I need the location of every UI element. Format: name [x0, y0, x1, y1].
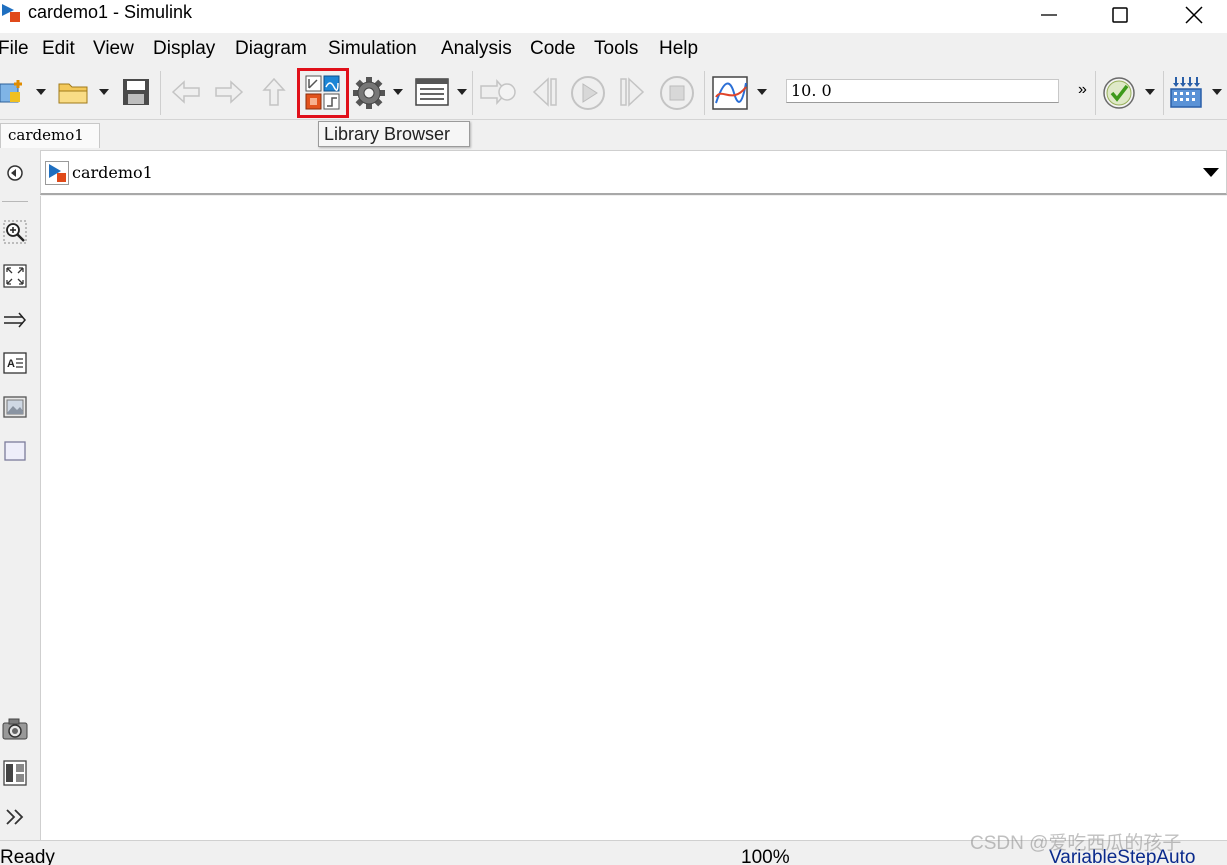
checkmark-icon[interactable]	[1101, 75, 1137, 111]
open-dropdown-icon[interactable]	[99, 89, 109, 95]
menu-diagram[interactable]: Diagram	[235, 37, 307, 61]
stop-icon[interactable]	[658, 74, 696, 112]
menu-bar: File Edit View Display Diagram Simulatio…	[0, 33, 1227, 65]
new-model-dropdown-icon[interactable]	[36, 89, 46, 95]
open-folder-button[interactable]	[56, 77, 90, 107]
maximize-button[interactable]	[1097, 0, 1143, 30]
image-icon[interactable]	[2, 394, 28, 420]
run-icon[interactable]	[569, 74, 607, 112]
step-back-icon[interactable]	[527, 75, 563, 109]
build-dropdown-icon[interactable]	[1212, 89, 1222, 95]
chevron-down-icon[interactable]	[1203, 168, 1219, 177]
gear-dropdown-icon[interactable]	[393, 89, 403, 95]
menu-analysis[interactable]: Analysis	[441, 37, 512, 61]
up-arrow-icon[interactable]	[259, 76, 289, 108]
hide-explorer-icon[interactable]	[2, 160, 28, 186]
camera-icon[interactable]	[2, 716, 28, 742]
library-browser-tooltip: Library Browser	[318, 121, 470, 147]
toolbar-separator	[704, 71, 705, 115]
window-title: cardemo1 - Simulink	[28, 2, 193, 22]
menu-file[interactable]: File	[0, 37, 29, 61]
highlight-box	[297, 68, 349, 118]
status-text: Ready	[0, 847, 55, 865]
model-canvas[interactable]	[40, 196, 1227, 840]
annotation-icon[interactable]: A	[2, 350, 28, 376]
toolbar-separator	[160, 71, 161, 115]
minimize-button[interactable]	[1026, 0, 1072, 30]
toolbar: 10. 0 »	[0, 65, 1227, 120]
back-arrow-icon[interactable]	[170, 77, 202, 107]
title-bar: cardemo1 - Simulink	[0, 0, 1227, 33]
menu-tools[interactable]: Tools	[594, 37, 638, 61]
save-button[interactable]	[121, 77, 151, 107]
expand-palette-icon[interactable]	[2, 804, 28, 830]
check-dropdown-icon[interactable]	[1145, 89, 1155, 95]
toolbar-separator	[472, 71, 473, 115]
scope-icon[interactable]	[711, 74, 751, 112]
arrow-right-icon[interactable]	[2, 307, 28, 333]
stop-time-input[interactable]: 10. 0	[786, 79, 1059, 103]
model-browser-icon[interactable]	[2, 760, 28, 786]
step-forward-icon[interactable]	[614, 75, 650, 109]
menu-simulation[interactable]: Simulation	[328, 37, 417, 61]
tab-cardemo1[interactable]: cardemo1	[0, 123, 100, 148]
zoom-level: 100%	[741, 847, 790, 865]
model-explorer-dropdown-icon[interactable]	[457, 89, 467, 95]
menu-display[interactable]: Display	[153, 37, 215, 61]
build-icon[interactable]	[1168, 74, 1204, 110]
toolbar-separator	[1095, 71, 1096, 115]
model-explorer-icon[interactable]	[414, 77, 450, 107]
palette-separator	[2, 201, 28, 202]
breadcrumb: cardemo1	[40, 150, 1227, 195]
menu-code[interactable]: Code	[530, 37, 575, 61]
gear-icon[interactable]	[351, 75, 387, 111]
scope-dropdown-icon[interactable]	[757, 89, 767, 95]
model-icon	[45, 161, 69, 185]
area-icon[interactable]	[2, 438, 28, 464]
forward-arrow-icon[interactable]	[213, 77, 245, 107]
left-palette: A	[0, 150, 40, 840]
menu-edit[interactable]: Edit	[42, 37, 75, 61]
more-toolbar-button[interactable]: »	[1078, 81, 1087, 99]
fit-to-view-icon[interactable]	[2, 263, 28, 289]
toolbar-separator	[1163, 71, 1164, 115]
close-button[interactable]	[1171, 0, 1217, 30]
svg-text:A: A	[7, 358, 15, 370]
menu-help[interactable]: Help	[659, 37, 698, 61]
zoom-in-icon[interactable]	[2, 219, 28, 245]
watermark: CSDN @爱吃西瓜的孩子	[970, 833, 1182, 854]
new-model-button[interactable]	[0, 77, 28, 107]
record-icon[interactable]	[478, 76, 518, 108]
simulink-app-icon	[0, 2, 22, 24]
menu-view[interactable]: View	[93, 37, 134, 61]
breadcrumb-path[interactable]: cardemo1	[72, 162, 153, 184]
